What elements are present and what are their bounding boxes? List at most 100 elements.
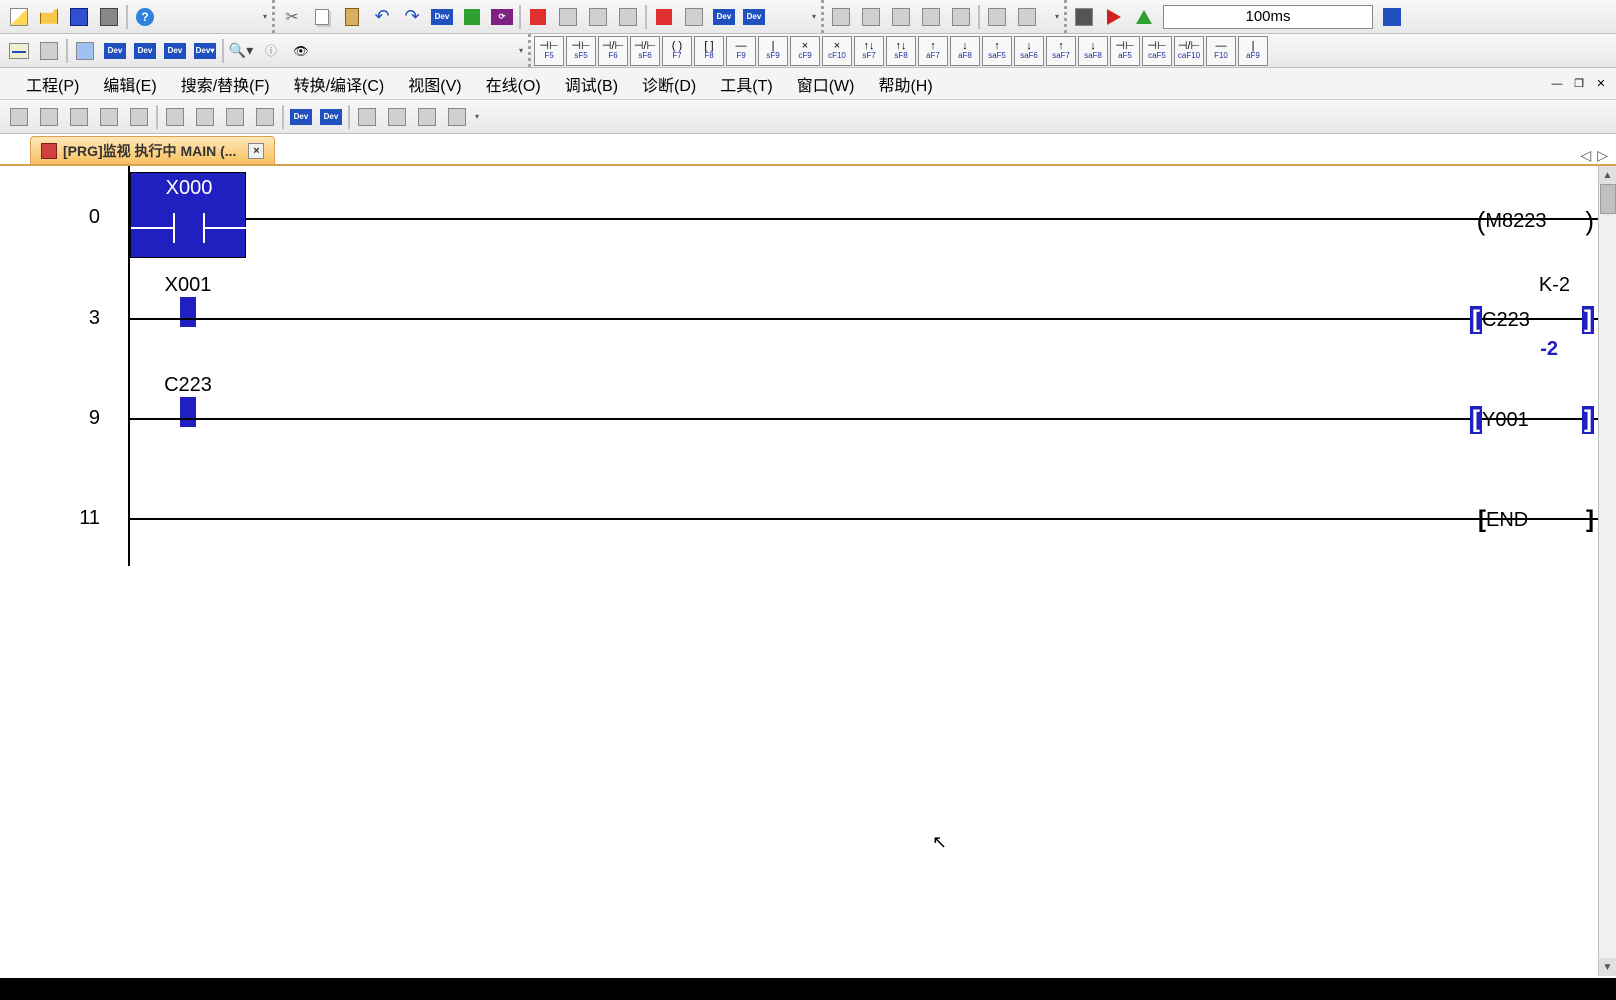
fkey-caF10[interactable]: ⊣/⊢caF10 xyxy=(1174,36,1204,66)
fkey-cF10[interactable]: ×cF10 xyxy=(822,36,852,66)
zoom-button[interactable] xyxy=(827,3,855,31)
verify-button[interactable] xyxy=(584,3,612,31)
fkey-sF6[interactable]: ⊣/⊢sF6 xyxy=(630,36,660,66)
fkey-aF9[interactable]: |aF9 xyxy=(1238,36,1268,66)
sfc-mode-button[interactable] xyxy=(35,37,63,65)
toolbar-overflow-2[interactable]: ▾ xyxy=(809,12,819,21)
help-button[interactable]: ? xyxy=(131,3,159,31)
dev1-button[interactable]: Dev xyxy=(101,37,129,65)
dev-rebuild-button[interactable]: ⟳ xyxy=(488,3,516,31)
comment-button[interactable] xyxy=(71,37,99,65)
output-coil-m8223[interactable]: ( M8223 ) xyxy=(1477,206,1594,237)
read-plc-button[interactable] xyxy=(554,3,582,31)
menu-project[interactable]: 工程(P) xyxy=(14,68,91,100)
dev2-button[interactable]: Dev xyxy=(131,37,159,65)
watch-button[interactable] xyxy=(680,3,708,31)
ladder-mode-button[interactable] xyxy=(5,37,33,65)
info-button[interactable]: ⓘ xyxy=(257,37,285,65)
fkey-saF6[interactable]: ↓saF6 xyxy=(1014,36,1044,66)
binoc-button[interactable]: 👁 xyxy=(287,37,315,65)
fkey-aF7[interactable]: ↑aF7 xyxy=(918,36,948,66)
fkey-F7[interactable]: ( )F7 xyxy=(662,36,692,66)
mdi-close[interactable]: ✕ xyxy=(1592,76,1610,92)
fkey-saF8[interactable]: ↓saF8 xyxy=(1078,36,1108,66)
dev-mon2-button[interactable]: Dev xyxy=(740,3,768,31)
output-end[interactable]: [ END ] xyxy=(1478,506,1594,534)
menu-window[interactable]: 窗口(W) xyxy=(785,68,867,100)
nav-left-button[interactable] xyxy=(917,3,945,31)
fkey-F5[interactable]: ⊣⊢F5 xyxy=(534,36,564,66)
chart2-button[interactable] xyxy=(1013,3,1041,31)
chart1-button[interactable] xyxy=(983,3,1011,31)
scroll-up[interactable]: ▲ xyxy=(1599,166,1616,184)
fkey-F9[interactable]: —F9 xyxy=(726,36,756,66)
menu-search[interactable]: 搜索/替换(F) xyxy=(169,68,282,100)
dev4-button[interactable]: Dev▾ xyxy=(191,37,219,65)
monitor-button[interactable] xyxy=(650,3,678,31)
fkey-sF8[interactable]: ↑↓sF8 xyxy=(886,36,916,66)
insert-col-button[interactable] xyxy=(65,103,93,131)
cut-button[interactable]: ✂ xyxy=(278,3,306,31)
fkey-saF5[interactable]: ↑saF5 xyxy=(982,36,1012,66)
ladder-canvas[interactable]: 0 3 9 11 X000 ( M8223 ) X001 K-2 [ C223 … xyxy=(0,166,1598,976)
save-button[interactable] xyxy=(65,3,93,31)
menu-online[interactable]: 在线(O) xyxy=(474,68,553,100)
op4-button[interactable] xyxy=(251,103,279,131)
op8-button[interactable] xyxy=(443,103,471,131)
menu-tools[interactable]: 工具(T) xyxy=(708,68,784,100)
copy-button[interactable] xyxy=(308,3,336,31)
undo-button[interactable]: ↶ xyxy=(368,3,396,31)
op6-button[interactable] xyxy=(383,103,411,131)
ethernet-button[interactable] xyxy=(1378,3,1406,31)
menu-edit[interactable]: 编辑(E) xyxy=(91,68,168,100)
menu-help[interactable]: 帮助(H) xyxy=(866,68,944,100)
dev-convert-button[interactable]: Dev xyxy=(428,3,456,31)
fkey-sF9[interactable]: |sF9 xyxy=(758,36,788,66)
fkey-caF5[interactable]: ⊣⊢caF5 xyxy=(1142,36,1172,66)
fkey-cF9[interactable]: ×cF9 xyxy=(790,36,820,66)
tab-close-button[interactable]: × xyxy=(248,143,264,159)
output-counter-c223[interactable]: [ C223 ] xyxy=(1470,306,1594,334)
tab-next[interactable]: ▷ xyxy=(1597,147,1608,164)
warn-button[interactable] xyxy=(1130,3,1158,31)
mdi-maximize[interactable]: ❐ xyxy=(1570,76,1588,92)
vertical-scrollbar[interactable]: ▲ ▼ xyxy=(1598,166,1616,976)
insert-row-button[interactable] xyxy=(5,103,33,131)
fkey-F6[interactable]: ⊣/⊢F6 xyxy=(598,36,628,66)
toolbar-overflow-4[interactable]: ▾ xyxy=(516,46,526,55)
contact-x000-selected[interactable]: X000 xyxy=(130,172,246,258)
remote-button[interactable] xyxy=(614,3,642,31)
dev-op1-button[interactable]: Dev xyxy=(287,103,315,131)
ladder-editor[interactable]: 0 3 9 11 X000 ( M8223 ) X001 K-2 [ C223 … xyxy=(0,166,1616,976)
fkey-sF7[interactable]: ↑↓sF7 xyxy=(854,36,884,66)
redo-button[interactable]: ↷ xyxy=(398,3,426,31)
delete-row-button[interactable] xyxy=(35,103,63,131)
tab-main-prg[interactable]: [PRG]监视 执行中 MAIN (... × xyxy=(30,136,275,164)
dev-op2-button[interactable]: Dev xyxy=(317,103,345,131)
op1-button[interactable] xyxy=(161,103,189,131)
scroll-down[interactable]: ▼ xyxy=(1599,958,1616,976)
fkey-F10[interactable]: —F10 xyxy=(1206,36,1236,66)
op5-button[interactable] xyxy=(353,103,381,131)
open-button[interactable] xyxy=(35,3,63,31)
paste-button[interactable] xyxy=(338,3,366,31)
write-plc-button[interactable] xyxy=(524,3,552,31)
tab-prev[interactable]: ◁ xyxy=(1580,147,1591,164)
fkey-saF7[interactable]: ↑saF7 xyxy=(1046,36,1076,66)
dev-mon1-button[interactable]: Dev xyxy=(710,3,738,31)
run-button[interactable] xyxy=(1100,3,1128,31)
block-button[interactable] xyxy=(125,103,153,131)
menu-view[interactable]: 视图(V) xyxy=(396,68,473,100)
scroll-thumb[interactable] xyxy=(1600,184,1616,214)
menu-diagnose[interactable]: 诊断(D) xyxy=(630,68,708,100)
menu-convert[interactable]: 转换/编译(C) xyxy=(282,68,397,100)
trace-button[interactable] xyxy=(1070,3,1098,31)
toolbar-overflow[interactable]: ▾ xyxy=(260,12,270,21)
find-button[interactable]: 🔍▾ xyxy=(227,37,255,65)
dev-build-button[interactable] xyxy=(458,3,486,31)
grid-button[interactable] xyxy=(857,3,885,31)
fkey-F8[interactable]: [ ]F8 xyxy=(694,36,724,66)
op3-button[interactable] xyxy=(221,103,249,131)
mdi-minimize[interactable]: — xyxy=(1548,76,1566,92)
menu-debug[interactable]: 调试(B) xyxy=(553,68,630,100)
